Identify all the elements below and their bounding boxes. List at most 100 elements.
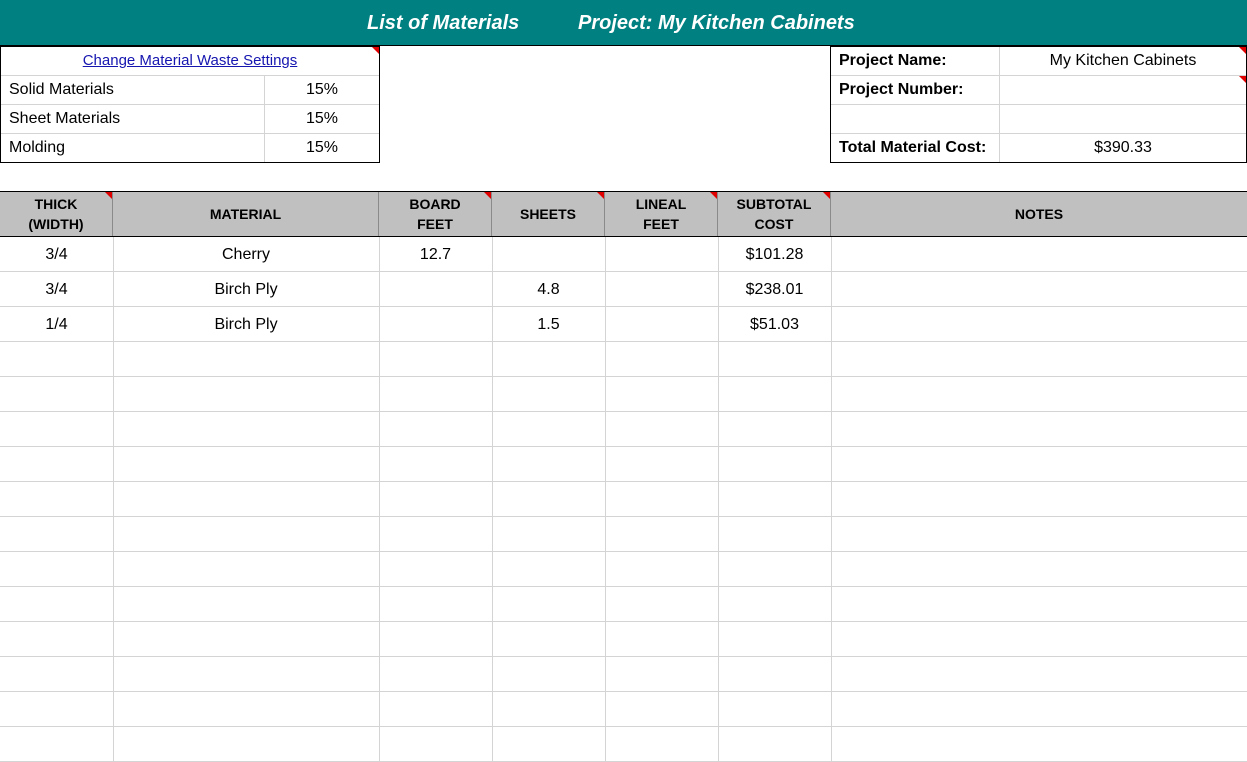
cell-material[interactable] (113, 727, 379, 762)
cell-notes[interactable] (831, 307, 1247, 342)
cell-material[interactable] (113, 342, 379, 377)
cell-sheets[interactable] (492, 622, 605, 657)
cell-thick[interactable] (0, 727, 113, 762)
waste-value-molding[interactable]: 15% (265, 134, 379, 162)
cell-subtotal-cost[interactable] (718, 552, 831, 587)
cell-lineal-feet[interactable] (605, 587, 718, 622)
cell-board-feet[interactable] (379, 587, 492, 622)
cell-lineal-feet[interactable] (605, 307, 718, 342)
cell-subtotal-cost[interactable] (718, 412, 831, 447)
column-header-lineal-feet[interactable]: LINEAL FEET (605, 192, 718, 236)
cell-subtotal-cost[interactable]: $51.03 (718, 307, 831, 342)
cell-board-feet[interactable] (379, 517, 492, 552)
cell-lineal-feet[interactable] (605, 482, 718, 517)
cell-notes[interactable] (831, 692, 1247, 727)
cell-board-feet[interactable] (379, 447, 492, 482)
cell-board-feet[interactable] (379, 482, 492, 517)
column-header-board-feet[interactable]: BOARD FEET (379, 192, 492, 236)
cell-material[interactable] (113, 692, 379, 727)
cell-material[interactable] (113, 412, 379, 447)
cell-thick[interactable] (0, 342, 113, 377)
cell-lineal-feet[interactable] (605, 622, 718, 657)
cell-lineal-feet[interactable] (605, 237, 718, 272)
cell-subtotal-cost[interactable] (718, 622, 831, 657)
waste-value-solid[interactable]: 15% (265, 76, 379, 104)
cell-board-feet[interactable] (379, 692, 492, 727)
cell-material[interactable] (113, 517, 379, 552)
cell-thick[interactable] (0, 692, 113, 727)
cell-notes[interactable] (831, 517, 1247, 552)
cell-lineal-feet[interactable] (605, 657, 718, 692)
cell-material[interactable] (113, 447, 379, 482)
cell-sheets[interactable] (492, 482, 605, 517)
cell-notes[interactable] (831, 237, 1247, 272)
column-header-notes[interactable]: NOTES (831, 192, 1247, 236)
cell-lineal-feet[interactable] (605, 517, 718, 552)
column-header-thick[interactable]: THICK (WIDTH) (0, 192, 113, 236)
cell-notes[interactable] (831, 727, 1247, 762)
cell-lineal-feet[interactable] (605, 692, 718, 727)
column-header-material[interactable]: MATERIAL (113, 192, 379, 236)
cell-subtotal-cost[interactable] (718, 692, 831, 727)
cell-sheets[interactable] (492, 692, 605, 727)
cell-board-feet[interactable] (379, 412, 492, 447)
cell-notes[interactable] (831, 482, 1247, 517)
cell-notes[interactable] (831, 622, 1247, 657)
cell-sheets[interactable] (492, 447, 605, 482)
cell-notes[interactable] (831, 342, 1247, 377)
cell-subtotal-cost[interactable] (718, 727, 831, 762)
cell-thick[interactable] (0, 657, 113, 692)
cell-subtotal-cost[interactable] (718, 587, 831, 622)
cell-thick[interactable] (0, 552, 113, 587)
project-name-value[interactable]: My Kitchen Cabinets (1000, 47, 1246, 75)
waste-value-sheet[interactable]: 15% (265, 105, 379, 133)
cell-lineal-feet[interactable] (605, 447, 718, 482)
cell-sheets[interactable]: 4.8 (492, 272, 605, 307)
cell-subtotal-cost[interactable] (718, 342, 831, 377)
cell-lineal-feet[interactable] (605, 272, 718, 307)
cell-subtotal-cost[interactable]: $238.01 (718, 272, 831, 307)
cell-thick[interactable]: 1/4 (0, 307, 113, 342)
cell-thick[interactable] (0, 447, 113, 482)
cell-material[interactable] (113, 622, 379, 657)
cell-board-feet[interactable] (379, 307, 492, 342)
cell-thick[interactable] (0, 517, 113, 552)
cell-sheets[interactable] (492, 517, 605, 552)
cell-lineal-feet[interactable] (605, 552, 718, 587)
cell-material[interactable] (113, 552, 379, 587)
cell-board-feet[interactable]: 12.7 (379, 237, 492, 272)
cell-board-feet[interactable] (379, 272, 492, 307)
cell-thick[interactable]: 3/4 (0, 272, 113, 307)
column-header-subtotal-cost[interactable]: SUBTOTAL COST (718, 192, 831, 236)
cell-thick[interactable] (0, 622, 113, 657)
cell-sheets[interactable] (492, 412, 605, 447)
cell-material[interactable]: Cherry (113, 237, 379, 272)
cell-notes[interactable] (831, 657, 1247, 692)
cell-notes[interactable] (831, 272, 1247, 307)
cell-notes[interactable] (831, 587, 1247, 622)
cell-board-feet[interactable] (379, 342, 492, 377)
cell-material[interactable] (113, 587, 379, 622)
cell-lineal-feet[interactable] (605, 412, 718, 447)
cell-sheets[interactable] (492, 342, 605, 377)
cell-lineal-feet[interactable] (605, 342, 718, 377)
cell-material[interactable] (113, 657, 379, 692)
cell-sheets[interactable] (492, 727, 605, 762)
cell-notes[interactable] (831, 377, 1247, 412)
cell-material[interactable]: Birch Ply (113, 272, 379, 307)
cell-sheets[interactable] (492, 657, 605, 692)
cell-board-feet[interactable] (379, 622, 492, 657)
cell-subtotal-cost[interactable] (718, 517, 831, 552)
cell-lineal-feet[interactable] (605, 377, 718, 412)
cell-thick[interactable]: 3/4 (0, 237, 113, 272)
cell-board-feet[interactable] (379, 552, 492, 587)
cell-subtotal-cost[interactable] (718, 447, 831, 482)
cell-notes[interactable] (831, 552, 1247, 587)
cell-sheets[interactable]: 1.5 (492, 307, 605, 342)
cell-notes[interactable] (831, 412, 1247, 447)
cell-board-feet[interactable] (379, 657, 492, 692)
cell-thick[interactable] (0, 482, 113, 517)
cell-notes[interactable] (831, 447, 1247, 482)
cell-lineal-feet[interactable] (605, 727, 718, 762)
cell-thick[interactable] (0, 377, 113, 412)
